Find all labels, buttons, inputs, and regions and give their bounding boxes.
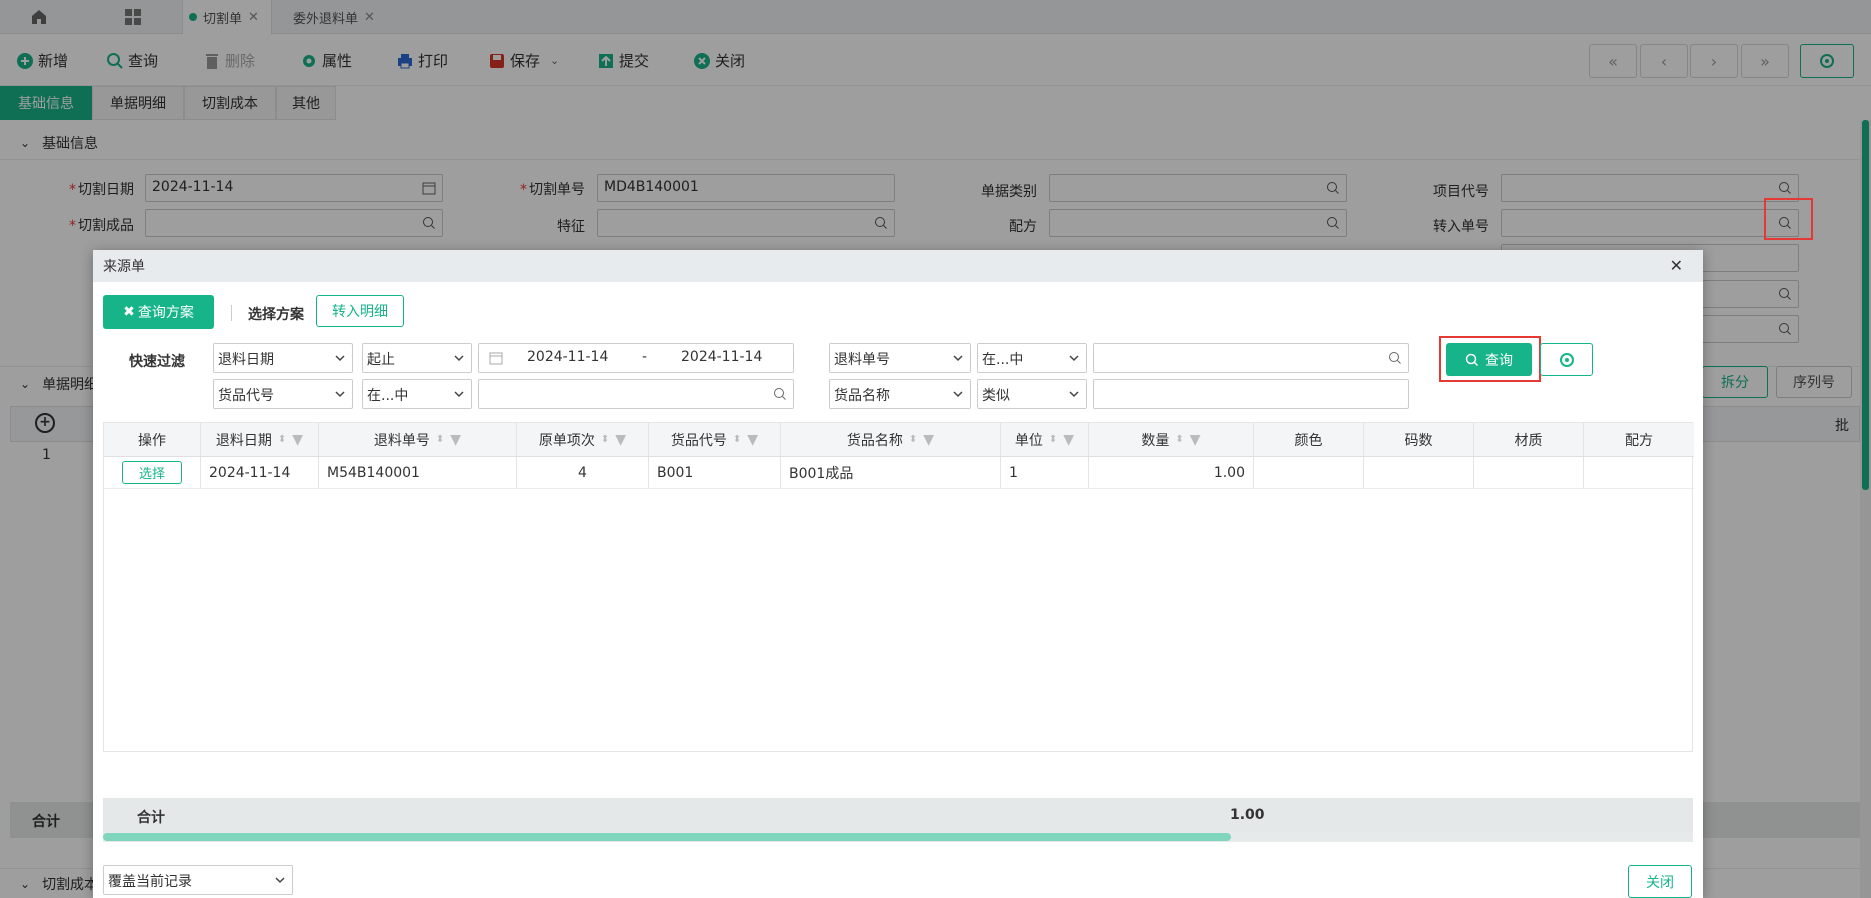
gear-icon (1559, 352, 1574, 367)
sort-icon[interactable]: ⬍ (909, 434, 917, 445)
col-return-date[interactable]: 退料日期 ⬍ ▼ (201, 423, 319, 456)
close-icon[interactable]: ✕ (1670, 256, 1683, 275)
cell-item: 4 (517, 457, 649, 488)
col-goods-name[interactable]: 货品名称 ⬍ ▼ (781, 423, 1001, 456)
filter4-value-input[interactable] (1093, 379, 1409, 409)
sort-icon[interactable]: ⬍ (733, 434, 741, 445)
col-material: 材质 (1474, 423, 1584, 456)
total-qty: 1.00 (1230, 807, 1265, 823)
grid-hscrollbar[interactable] (103, 832, 1693, 842)
highlight-box (1439, 336, 1541, 382)
transfer-detail-button[interactable]: 转入明细 (316, 295, 404, 327)
cell-name: B001成品 (781, 457, 1001, 488)
query-scheme-label: 查询方案 (137, 305, 194, 321)
cell-qty: 1.00 (1089, 457, 1254, 488)
cell-color (1254, 457, 1364, 488)
filter-icon[interactable]: ▼ (923, 432, 934, 448)
filter2-value-input[interactable] (1093, 343, 1409, 373)
grid-total-row: 合计 1.00 (103, 798, 1693, 832)
col-size: 码数 (1364, 423, 1474, 456)
cell-recipe (1584, 457, 1694, 488)
sort-icon[interactable]: ⬍ (436, 434, 444, 445)
import-mode-select[interactable]: 覆盖当前记录 (103, 865, 293, 895)
choose-scheme-label[interactable]: 选择方案 (248, 304, 304, 324)
cell-material (1474, 457, 1584, 488)
cell-size (1364, 457, 1474, 488)
query-scheme-button[interactable]: ✖ 查询方案 (103, 295, 214, 329)
chevron-down-icon (335, 355, 345, 362)
total-label: 合计 (137, 810, 165, 826)
chevron-down-icon (454, 355, 464, 362)
divider (231, 305, 232, 321)
cell-no: M54B140001 (319, 457, 517, 488)
highlight-box (1764, 198, 1813, 240)
chevron-down-icon (953, 391, 963, 398)
filter1-field-select[interactable]: 退料日期 (213, 343, 353, 373)
date-to[interactable]: 2024-11-14 (681, 349, 762, 365)
cell-unit: 1 (1001, 457, 1089, 488)
col-recipe: 配方 (1625, 432, 1653, 449)
filter-icon[interactable]: ▼ (450, 432, 461, 448)
filter-icon[interactable]: ▼ (292, 432, 303, 448)
chevron-down-icon (275, 877, 285, 884)
filter3-value-input[interactable] (478, 379, 794, 409)
col-orig-item[interactable]: 原单项次 ⬍ ▼ (517, 423, 649, 456)
filter-settings-button[interactable] (1540, 343, 1593, 376)
select-row-button[interactable]: 选择 (121, 461, 182, 484)
sort-icon[interactable]: ⬍ (1049, 434, 1057, 445)
chevron-down-icon (1069, 391, 1079, 398)
date-from[interactable]: 2024-11-14 (527, 349, 608, 365)
chevron-down-icon (1069, 355, 1079, 362)
cell-code: B001 (649, 457, 781, 488)
sort-icon[interactable]: ⬍ (1175, 434, 1183, 445)
col-qty[interactable]: 数量 ⬍ ▼ (1089, 423, 1254, 456)
dialog-header: 来源单 ✕ (93, 250, 1703, 282)
filter-icon[interactable]: ▼ (1063, 432, 1074, 448)
quick-filter-label: 快速过滤 (129, 354, 185, 370)
col-return-no[interactable]: 退料单号 ⬍ ▼ (319, 423, 517, 456)
col-action: 操作 (104, 423, 201, 456)
filter3-op-select[interactable]: 在...中 (362, 379, 472, 409)
chevron-down-icon (454, 391, 464, 398)
hscroll-thumb[interactable] (103, 833, 1231, 841)
source-doc-dialog: 来源单 ✕ ✖ 查询方案 选择方案 转入明细 快速过滤 退料日期 起止 2024… (93, 250, 1703, 898)
sort-icon[interactable]: ⬍ (601, 434, 609, 445)
cell-action: 选择 (104, 457, 201, 488)
filter-icon[interactable]: ▼ (1190, 432, 1201, 448)
wrench-icon: ✖ (123, 304, 135, 320)
dialog-close-button[interactable]: 关闭 (1628, 865, 1692, 898)
filter-icon[interactable]: ▼ (615, 432, 626, 448)
table-row[interactable]: 选择 2024-11-14 M54B140001 4 B001 B001成品 1… (104, 457, 1694, 489)
grid-header: 操作 退料日期 ⬍ ▼ 退料单号 ⬍ ▼ 原单项次 ⬍ ▼ 货品代号 ⬍ ▼ 货品名称 ⬍ ▼ 单位… (104, 423, 1694, 457)
date-range-field[interactable]: 2024-11-14 - 2024-11-14 (478, 343, 794, 373)
sort-icon[interactable]: ⬍ (278, 434, 286, 445)
filter1-op-select[interactable]: 起止 (362, 343, 472, 373)
filter4-field-select[interactable]: 货品名称 (829, 379, 971, 409)
date-dash: - (642, 349, 648, 365)
filter-icon[interactable]: ▼ (747, 432, 758, 448)
col-color: 颜色 (1254, 423, 1364, 456)
chevron-down-icon (335, 391, 345, 398)
dialog-title: 来源单 (103, 259, 145, 275)
cell-date: 2024-11-14 (201, 457, 319, 488)
calendar-icon (489, 352, 503, 365)
filter4-op-select[interactable]: 类似 (977, 379, 1087, 409)
source-grid: 操作 退料日期 ⬍ ▼ 退料单号 ⬍ ▼ 原单项次 ⬍ ▼ 货品代号 ⬍ ▼ 货品名称 ⬍ ▼ 单位… (103, 422, 1694, 752)
filter3-field-select[interactable]: 货品代号 (213, 379, 353, 409)
search-icon[interactable] (773, 387, 787, 401)
col-goods-code[interactable]: 货品代号 ⬍ ▼ (649, 423, 781, 456)
filter2-op-select[interactable]: 在...中 (977, 343, 1087, 373)
chevron-down-icon (953, 355, 963, 362)
col-unit[interactable]: 单位 ⬍ ▼ (1001, 423, 1089, 456)
search-icon[interactable] (1388, 351, 1402, 365)
filter2-field-select[interactable]: 退料单号 (829, 343, 971, 373)
